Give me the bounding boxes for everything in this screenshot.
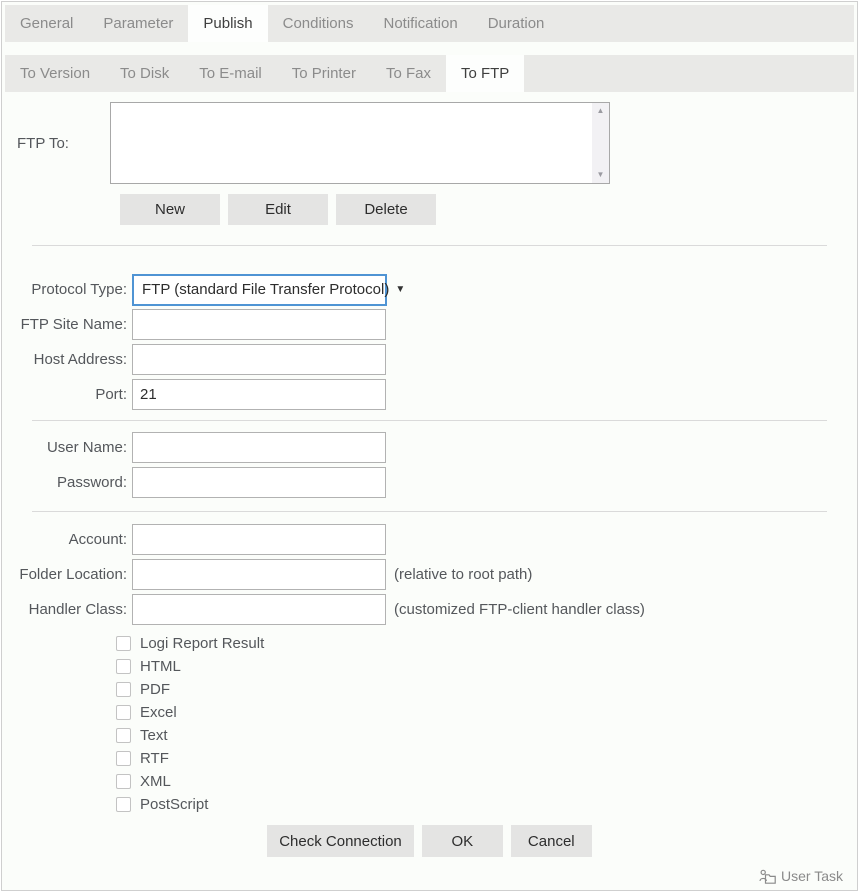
to-ftp-panel: FTP To: ▲ ▼ New Edit Delete Protocol Typ… — [2, 102, 857, 857]
tab-to-version[interactable]: To Version — [5, 55, 105, 92]
publish-to-ftp-dialog: General Parameter Publish Conditions Not… — [1, 1, 858, 891]
format-row-logi-report-result[interactable]: Logi Report Result — [116, 632, 857, 655]
edit-button[interactable]: Edit — [228, 194, 328, 225]
tab-to-email[interactable]: To E-mail — [184, 55, 277, 92]
main-tabbar: General Parameter Publish Conditions Not… — [5, 5, 854, 42]
chevron-down-icon: ▼ — [395, 284, 405, 295]
checkbox-pdf[interactable] — [116, 682, 131, 697]
tab-notification[interactable]: Notification — [369, 5, 473, 42]
port-row: Port: — [2, 379, 857, 410]
ftp-to-row: FTP To: ▲ ▼ — [2, 102, 857, 184]
folder-location-input[interactable] — [132, 559, 386, 590]
format-label: PostScript — [140, 796, 208, 813]
checkbox-xml[interactable] — [116, 774, 131, 789]
host-address-label: Host Address: — [2, 351, 132, 368]
format-label: Excel — [140, 704, 177, 721]
protocol-type-select[interactable]: FTP (standard File Transfer Protocol) ▼ — [132, 274, 387, 306]
separator — [32, 245, 827, 246]
host-address-input[interactable] — [132, 344, 386, 375]
tab-to-fax[interactable]: To Fax — [371, 55, 446, 92]
format-row-excel[interactable]: Excel — [116, 701, 857, 724]
user-name-label: User Name: — [2, 439, 132, 456]
location-section: Account: Folder Location: (relative to r… — [2, 524, 857, 625]
ftp-site-name-label: FTP Site Name: — [2, 316, 132, 333]
scroll-up-icon[interactable]: ▲ — [597, 107, 605, 115]
tab-publish[interactable]: Publish — [188, 5, 267, 42]
listbox-scrollbar[interactable]: ▲ ▼ — [592, 103, 609, 183]
user-task-label: User Task — [781, 868, 843, 884]
folder-location-hint: (relative to root path) — [394, 566, 532, 583]
ftp-site-name-row: FTP Site Name: — [2, 309, 857, 340]
port-input[interactable] — [132, 379, 386, 410]
account-input[interactable] — [132, 524, 386, 555]
ftp-site-name-input[interactable] — [132, 309, 386, 340]
folder-location-label: Folder Location: — [2, 566, 132, 583]
list-button-row: New Edit Delete — [120, 194, 857, 225]
format-label: HTML — [140, 658, 181, 675]
checkbox-logi-report-result[interactable] — [116, 636, 131, 651]
connection-section: Protocol Type: FTP (standard File Transf… — [2, 274, 857, 410]
format-label: Logi Report Result — [140, 635, 264, 652]
account-row: Account: — [2, 524, 857, 555]
handler-class-label: Handler Class: — [2, 601, 132, 618]
password-row: Password: — [2, 467, 857, 498]
format-label: PDF — [140, 681, 170, 698]
handler-class-row: Handler Class: (customized FTP-client ha… — [2, 594, 857, 625]
format-row-pdf[interactable]: PDF — [116, 678, 857, 701]
ok-button[interactable]: OK — [422, 825, 503, 857]
format-row-postscript[interactable]: PostScript — [116, 793, 857, 816]
tab-general[interactable]: General — [5, 5, 88, 42]
new-button[interactable]: New — [120, 194, 220, 225]
password-label: Password: — [2, 474, 132, 491]
ftp-to-label: FTP To: — [17, 135, 110, 152]
protocol-type-label: Protocol Type: — [2, 281, 132, 298]
folder-location-row: Folder Location: (relative to root path) — [2, 559, 857, 590]
credentials-section: User Name: Password: — [2, 432, 857, 498]
check-connection-button[interactable]: Check Connection — [267, 825, 414, 857]
ftp-to-listbox[interactable]: ▲ ▼ — [110, 102, 610, 184]
protocol-type-value: FTP (standard File Transfer Protocol) — [142, 281, 389, 298]
scroll-down-icon[interactable]: ▼ — [597, 171, 605, 179]
account-label: Account: — [2, 531, 132, 548]
format-label: RTF — [140, 750, 169, 767]
tab-to-disk[interactable]: To Disk — [105, 55, 184, 92]
checkbox-rtf[interactable] — [116, 751, 131, 766]
format-list: Logi Report Result HTML PDF Excel Text R… — [116, 632, 857, 816]
separator — [32, 420, 827, 421]
handler-class-hint: (customized FTP-client handler class) — [394, 601, 645, 618]
port-label: Port: — [2, 386, 132, 403]
tab-parameter[interactable]: Parameter — [88, 5, 188, 42]
user-task-icon — [759, 869, 776, 884]
format-row-text[interactable]: Text — [116, 724, 857, 747]
separator — [32, 511, 827, 512]
checkbox-html[interactable] — [116, 659, 131, 674]
password-input[interactable] — [132, 467, 386, 498]
cancel-button[interactable]: Cancel — [511, 825, 592, 857]
publish-tabbar: To Version To Disk To E-mail To Printer … — [5, 55, 854, 92]
protocol-type-row: Protocol Type: FTP (standard File Transf… — [2, 274, 857, 305]
format-label: XML — [140, 773, 171, 790]
checkbox-text[interactable] — [116, 728, 131, 743]
delete-button[interactable]: Delete — [336, 194, 436, 225]
host-address-row: Host Address: — [2, 344, 857, 375]
user-name-row: User Name: — [2, 432, 857, 463]
tab-to-ftp[interactable]: To FTP — [446, 55, 524, 92]
handler-class-input[interactable] — [132, 594, 386, 625]
tab-duration[interactable]: Duration — [473, 5, 560, 42]
checkbox-excel[interactable] — [116, 705, 131, 720]
tab-to-printer[interactable]: To Printer — [277, 55, 371, 92]
format-row-rtf[interactable]: RTF — [116, 747, 857, 770]
format-label: Text — [140, 727, 168, 744]
action-button-row: Check Connection OK Cancel — [2, 825, 857, 857]
user-name-input[interactable] — [132, 432, 386, 463]
user-task-link[interactable]: User Task — [759, 868, 843, 884]
tab-conditions[interactable]: Conditions — [268, 5, 369, 42]
checkbox-postscript[interactable] — [116, 797, 131, 812]
format-row-html[interactable]: HTML — [116, 655, 857, 678]
format-row-xml[interactable]: XML — [116, 770, 857, 793]
